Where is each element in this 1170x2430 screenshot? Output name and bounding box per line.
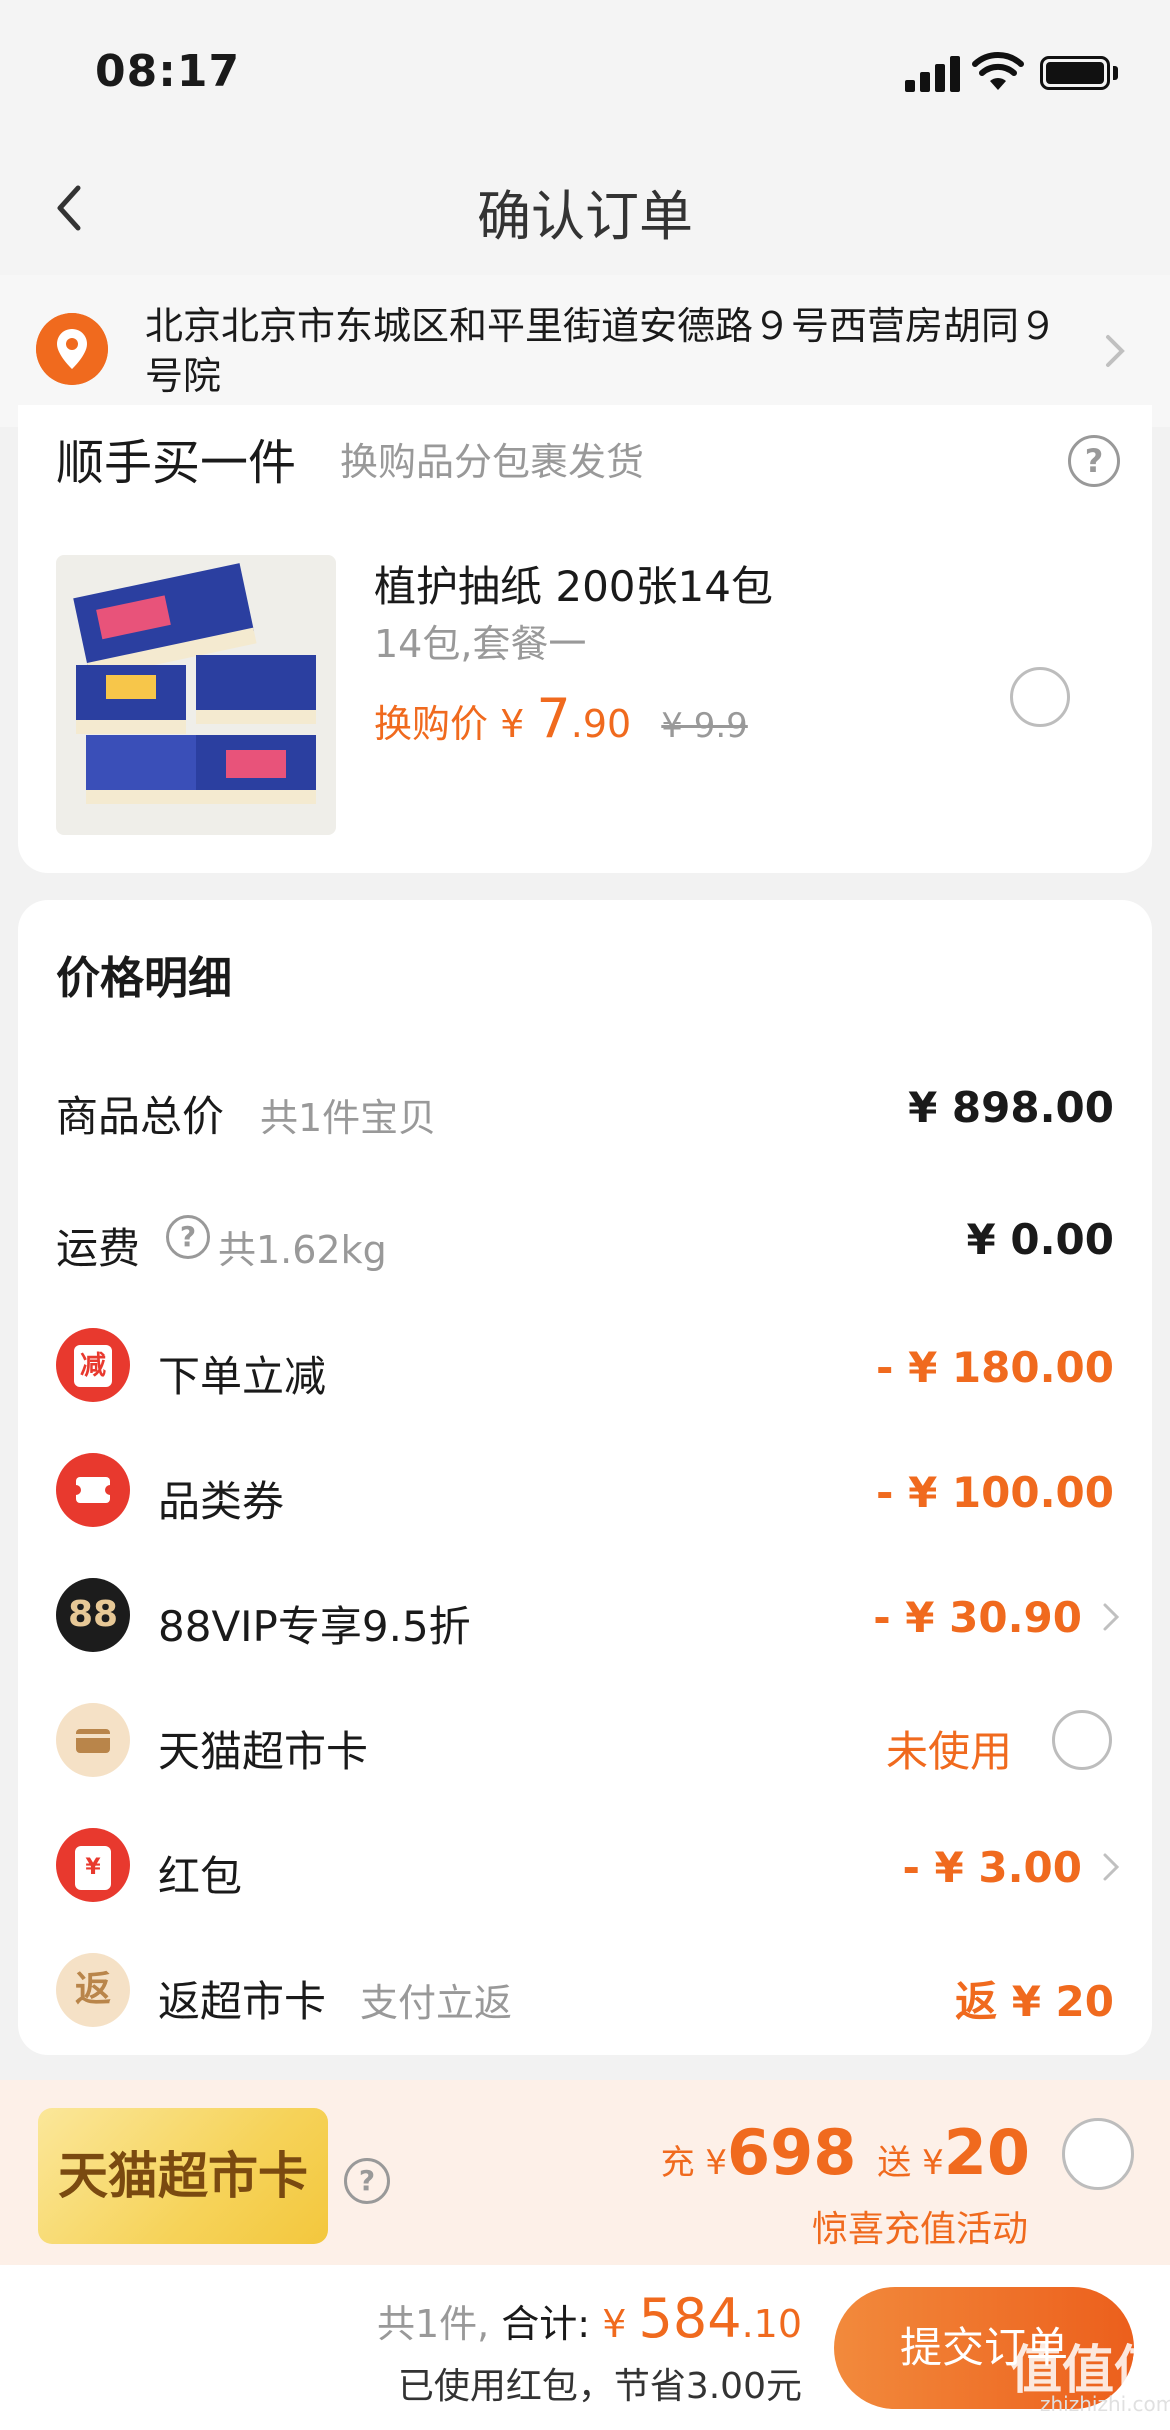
row-value: ¥ 0.00 [966, 1215, 1114, 1264]
vip-88-icon: 88 [56, 1578, 130, 1652]
help-icon[interactable]: ? [166, 1215, 210, 1259]
recharge-banner: 天猫超市卡 ? 充 ¥698 送 ¥20 惊喜充值活动 [0, 2080, 1170, 2265]
row-tmall-card[interactable]: 天猫超市卡 未使用 [18, 1690, 1152, 1790]
supermarket-card-badge: 天猫超市卡 [38, 2108, 328, 2244]
section-title: 价格明细 [56, 953, 232, 1004]
charge-currency: ¥ [705, 2143, 728, 2183]
row-red-packet[interactable]: ¥ 红包 - ¥ 3.00 [18, 1815, 1152, 1915]
status-time: 08:17 [95, 46, 241, 97]
addon-select-radio[interactable] [1010, 667, 1070, 727]
supermarket-card-icon [56, 1703, 130, 1777]
give-currency: ¥ [922, 2143, 944, 2183]
price-label: 换购价 [374, 702, 489, 746]
total-amount: ¥ 584.10 [602, 2287, 802, 2350]
address-text: 北京北京市东城区和平里街道安德路９号西营房胡同９号院 [145, 304, 1058, 398]
nav-bar: 确认订单 [0, 150, 1170, 275]
page-title: 确认订单 [477, 185, 693, 248]
addon-card: 顺手买一件 换购品分包裹发货 ? 植护抽纸 200张14包 14包,套餐一 换购… [18, 405, 1152, 873]
addon-subtitle: 换购品分包裹发货 [340, 440, 645, 484]
checkout-bar: 共1件, 合计: ¥ 584.10 已使用红包，节省3.00元 提交订单 [0, 2265, 1170, 2430]
order-total: 共1件, 合计: ¥ 584.10 [377, 2287, 802, 2350]
chevron-right-icon [1103, 1853, 1120, 1881]
red-packet-icon: ¥ [56, 1828, 130, 1902]
row-cashback: 返 返超市卡 支付立返 返 ¥ 20 [18, 1940, 1152, 2040]
row-value: 未使用 [885, 1727, 1012, 1776]
row-value: - ¥ 100.00 [876, 1468, 1114, 1517]
row-value: ¥ 898.00 [908, 1083, 1114, 1132]
product-price: 换购价 ¥ 7.90 ¥ 9.9 [374, 687, 748, 750]
row-goods-total: 商品总价 共1件宝贝 ¥ 898.00 [18, 1055, 1152, 1155]
status-bar: 08:17 [0, 0, 1170, 150]
product-spec: 14包,套餐一 [374, 622, 587, 666]
saving-note: 已使用红包，节省3.00元 [397, 2366, 802, 2407]
row-vip-discount[interactable]: 88 88VIP专享9.5折 - ¥ 30.90 [18, 1565, 1152, 1665]
row-value: 返 ¥ 20 [955, 1977, 1114, 2026]
row-label: 返超市卡 [158, 1977, 327, 2026]
product-image[interactable] [56, 555, 336, 835]
price-detail-card: 价格明细 商品总价 共1件宝贝 ¥ 898.00 运费 ? 共1.62kg ¥ … [18, 900, 1152, 2055]
row-label: 红包 [158, 1852, 243, 1901]
row-value: - ¥ 180.00 [876, 1343, 1114, 1392]
row-value: - ¥ 3.00 [902, 1843, 1082, 1892]
charge-label: 充 [660, 2143, 695, 2183]
price-currency: ¥ [500, 702, 525, 746]
row-value: - ¥ 30.90 [873, 1593, 1082, 1642]
watermark-url: zhizhizhi.com [1040, 2392, 1170, 2416]
product-name: 植护抽纸 200张14包 [374, 562, 773, 611]
cashback-icon: 返 [56, 1953, 130, 2027]
chevron-right-icon [1106, 335, 1125, 367]
row-note: 支付立返 [360, 1981, 513, 2025]
battery-icon [1040, 56, 1110, 90]
row-label: 运费 [56, 1224, 141, 1273]
row-category-coupon: 品类券 - ¥ 100.00 [18, 1440, 1152, 1540]
row-label: 88VIP专享9.5折 [158, 1602, 471, 1651]
chevron-right-icon [1103, 1603, 1120, 1631]
tmall-card-radio[interactable] [1052, 1710, 1112, 1770]
location-pin-icon [36, 313, 108, 385]
row-label: 商品总价 [56, 1092, 225, 1141]
help-icon[interactable]: ? [344, 2158, 390, 2204]
give-amount: 20 [943, 2116, 1030, 2189]
give-label: 送 [877, 2143, 912, 2183]
total-label: 合计: [501, 2302, 591, 2346]
charge-amount: 698 [727, 2116, 857, 2189]
help-icon[interactable]: ? [1068, 435, 1120, 487]
addon-title: 顺手买一件 [56, 435, 297, 491]
price-decimal: .90 [570, 702, 632, 746]
row-note: 共1.62kg [218, 1228, 387, 1272]
recharge-subtitle: 惊喜充值活动 [811, 2209, 1028, 2250]
original-price: ¥ 9.9 [661, 706, 748, 746]
price-integer: 7 [536, 687, 571, 750]
wifi-icon [972, 52, 1024, 90]
signal-icon [905, 56, 963, 92]
row-label: 品类券 [158, 1477, 285, 1526]
item-count: 共1件, [376, 2302, 490, 2346]
row-label: 天猫超市卡 [158, 1727, 369, 1776]
discount-icon: 减 [56, 1328, 130, 1402]
recharge-radio[interactable] [1062, 2118, 1134, 2190]
recharge-offer: 充 ¥698 送 ¥20 [661, 2116, 1030, 2189]
row-shipping: 运费 ? 共1.62kg ¥ 0.00 [18, 1187, 1152, 1287]
row-label: 下单立减 [158, 1352, 327, 1401]
row-note: 共1件宝贝 [260, 1096, 437, 1140]
coupon-icon [56, 1453, 130, 1527]
battery-tip [1113, 66, 1118, 80]
row-instant-discount: 减 下单立减 - ¥ 180.00 [18, 1315, 1152, 1415]
